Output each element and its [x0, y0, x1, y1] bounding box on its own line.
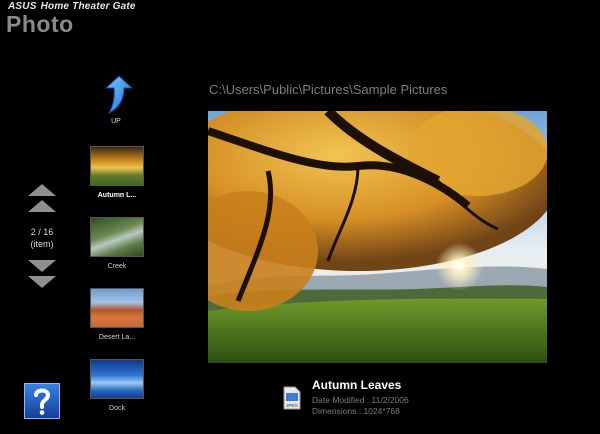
photo-date-modified: Date Modified : 11/2/2006 — [312, 395, 409, 405]
photo-dimensions: Dimensions : 1024*768 — [312, 406, 400, 416]
photo-image — [208, 111, 547, 363]
photo-name: Autumn Leaves — [312, 378, 402, 392]
triangle-down-icon — [28, 260, 56, 272]
page-up-button[interactable] — [28, 184, 56, 198]
thumbnail-dock[interactable]: Dock — [90, 359, 144, 412]
up-button[interactable]: UP — [98, 74, 134, 126]
thumbnail-label: Desert La... — [98, 334, 136, 341]
triangle-up-icon — [28, 200, 56, 212]
thumbnail-creek[interactable]: Creek — [90, 217, 144, 270]
counter-value: 2 / 16 — [30, 227, 54, 237]
triangle-up-icon — [28, 184, 56, 196]
page-down-button[interactable] — [28, 276, 56, 290]
thumbnail-image — [90, 359, 144, 399]
up-arrow-icon — [104, 75, 133, 114]
jpeg-file-icon: JPEG — [283, 386, 301, 410]
triangle-down-icon — [28, 276, 56, 288]
file-type-label: JPEG — [286, 403, 298, 408]
item-down-button[interactable] — [28, 260, 56, 274]
thumbnail-label: Creek — [107, 263, 127, 270]
help-button[interactable] — [24, 383, 60, 419]
up-label: UP — [111, 118, 121, 125]
thumbnail-image — [90, 288, 144, 328]
page-title: Photo — [6, 11, 74, 37]
counter-unit: (item) — [30, 239, 54, 249]
item-up-button[interactable] — [28, 200, 56, 214]
thumbnail-label: Autumn L... — [97, 192, 137, 199]
photo-preview — [208, 111, 547, 363]
question-mark-icon — [24, 383, 60, 419]
thumbnail-desert-landscape[interactable]: Desert La... — [90, 288, 144, 341]
thumbnail-image — [90, 217, 144, 257]
thumbnail-image — [90, 146, 144, 186]
thumbnail-autumn-leaves[interactable]: Autumn L... — [90, 146, 144, 199]
item-counter: 2 / 16 (item) — [18, 226, 66, 250]
thumbnail-label: Dock — [109, 405, 125, 412]
folder-path: C:\Users\Public\Pictures\Sample Pictures — [209, 82, 448, 97]
